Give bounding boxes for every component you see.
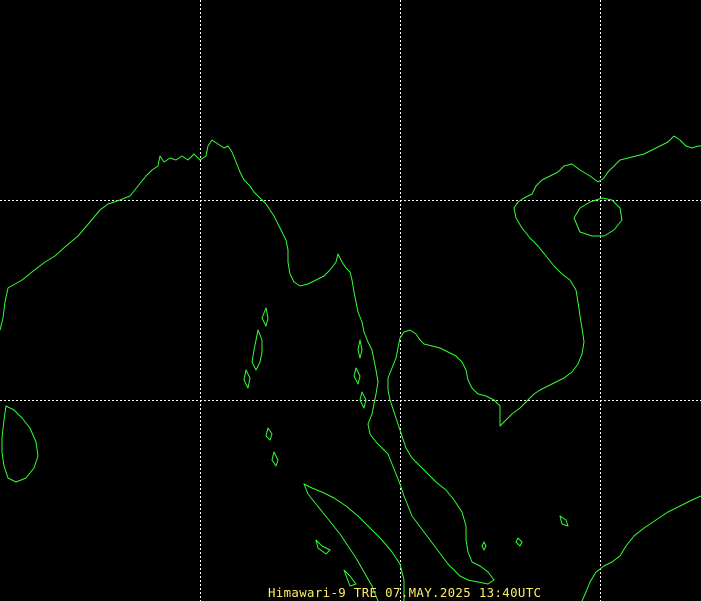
coastline-hainan-island: [573, 197, 623, 237]
graticule-grid: [0, 0, 701, 601]
coastline-andaman-islands: [261, 307, 269, 327]
coastline-map: [0, 0, 701, 601]
coastline-gulf-of-thailand: [387, 135, 701, 581]
coastline-sri-lanka: [1, 405, 39, 483]
coastline-mergui-islands: [357, 339, 363, 359]
coastline-andaman-islands: [243, 369, 251, 389]
coastline-layer: [0, 135, 701, 601]
coastline-small-island: [481, 541, 487, 551]
satellite-map-viewer: Himawari-9 TRE 07.MAY.2025 13:40UTC: [0, 0, 701, 601]
coastline-nicobar-islands: [265, 427, 273, 441]
coastline-small-island: [315, 539, 331, 555]
coastline-nicobar-islands: [271, 451, 279, 467]
coastline-natuna-islands: [515, 537, 523, 547]
coastline-natuna-islands: [559, 515, 569, 527]
coastline-small-island: [343, 569, 357, 587]
coastline-sumatra-west: [303, 483, 379, 601]
coastline-mergui-islands: [353, 367, 361, 385]
coastline-andaman-islands: [251, 329, 263, 371]
coastline-india-bangladesh-myanmar: [0, 139, 389, 455]
satellite-timestamp-caption: Himawari-9 TRE 07.MAY.2025 13:40UTC: [268, 585, 542, 600]
